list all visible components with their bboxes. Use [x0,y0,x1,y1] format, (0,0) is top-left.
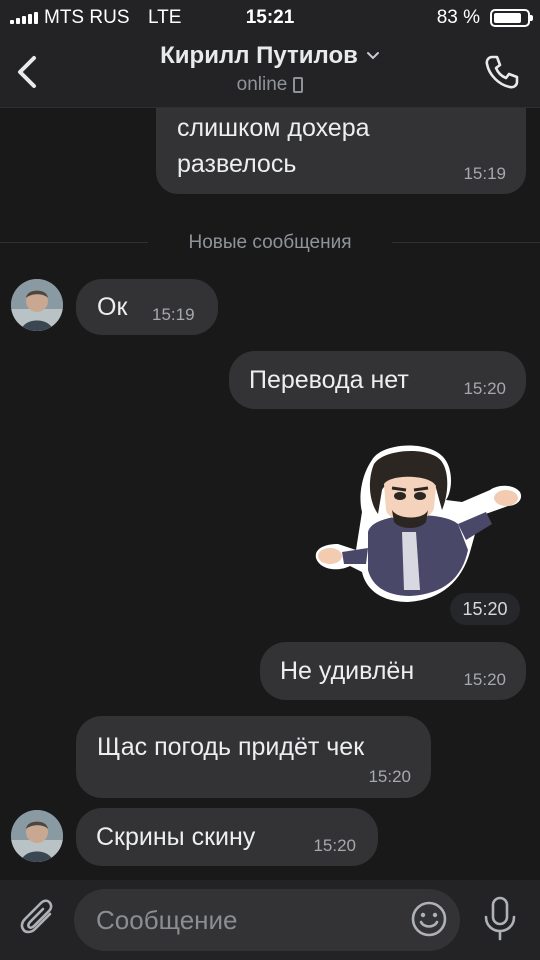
message-text: Не удивлён [280,657,415,685]
status-text: online [236,74,288,95]
attach-button[interactable] [20,898,58,940]
status-bar: MTS RUS LTE 15:21 83 % [0,0,540,36]
contact-avatar[interactable] [11,279,63,331]
contact-name-row[interactable]: Кирилл Путилов [160,42,380,70]
message-time: 15:20 [368,767,411,786]
back-button[interactable] [12,52,44,92]
message-text: развелось [177,150,297,178]
message-time: 15:19 [152,305,195,324]
message-bubble-incoming[interactable]: Скрины скину 15:20 [76,808,378,866]
contact-title[interactable]: Кирилл Путилов online [100,42,440,96]
new-messages-label: Новые сообщения [188,232,352,253]
microphone-icon [484,896,516,941]
back-arrow-icon [18,56,36,88]
message-text: слишком дохера [177,114,370,142]
message-bubble-outgoing[interactable]: слишком дохера развелось 15:19 [156,108,526,194]
mobile-phone-icon [293,77,304,93]
sticker-time: 15:20 [450,593,520,625]
message-bubble-outgoing[interactable]: Перевода нет 15:20 [229,351,526,409]
contact-avatar[interactable] [11,810,63,862]
contact-name: Кирилл Путилов [160,42,358,69]
emoji-button[interactable] [410,900,448,938]
message-text: Перевода нет [249,366,409,394]
message-text: Ок [97,293,128,321]
chat-header: Кирилл Путилов online [0,36,540,108]
new-messages-divider: Новые сообщения [0,228,540,258]
battery-percent: 83 % [436,7,480,28]
message-input-bar [0,880,540,960]
chevron-down-icon [366,52,379,60]
message-field[interactable] [74,889,460,951]
message-bubble-outgoing[interactable]: Не удивлён 15:20 [260,642,526,700]
message-list[interactable]: слишком дохера развелось 15:19 Новые соо… [0,108,540,880]
emoji-icon [411,901,447,937]
message-input[interactable] [96,889,396,951]
message-time: 15:20 [463,670,506,689]
contact-status: online [237,74,304,96]
paperclip-icon [20,899,53,934]
message-bubble-incoming[interactable]: Ок 15:19 [76,279,218,335]
avatar-photo [11,810,63,862]
message-time: 15:20 [313,836,356,855]
phone-call-icon [485,55,519,89]
avatar-photo [11,279,63,331]
message-time: 15:20 [463,379,506,398]
message-text: Скрины скину [96,823,256,851]
battery-icon [490,9,533,27]
sticker[interactable] [312,440,524,610]
call-button[interactable] [482,52,522,92]
message-text: Щас погодь придёт чек [97,733,365,761]
sticker-character-image [315,445,522,602]
message-time: 15:19 [463,164,506,183]
voice-record-button[interactable] [482,896,518,942]
message-bubble-incoming[interactable]: Щас погодь придёт чек 15:20 [76,716,431,798]
battery-fill [494,13,521,23]
